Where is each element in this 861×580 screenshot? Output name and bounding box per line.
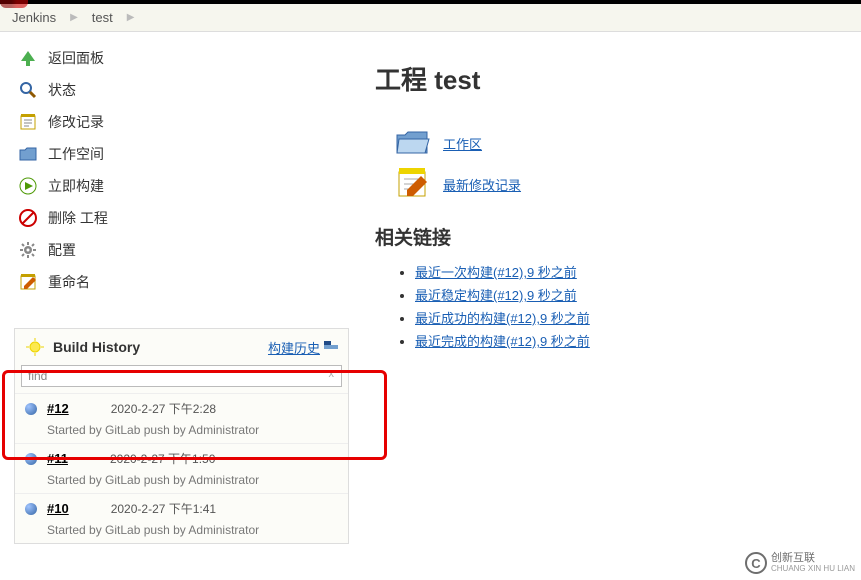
sidebar-item-label: 配置 — [48, 240, 76, 260]
page-title: 工程 test — [375, 60, 851, 97]
changes-link-row[interactable]: 最新修改记录 — [395, 166, 851, 203]
permalink-last-stable[interactable]: 最近稳定构建(#12),9 秒之前 — [415, 288, 577, 303]
content: 工程 test 工作区 最新修改记录 相关链接 最近一次构建(#12),9 秒之… — [355, 32, 861, 554]
sidebar: 返回面板 状态 修改记录 工作空间 立即构建 — [0, 32, 355, 554]
workspace-link[interactable]: 工作区 — [443, 134, 482, 153]
up-arrow-icon — [18, 48, 38, 68]
sidebar-item-label: 重命名 — [48, 272, 90, 292]
watermark-logo-icon: C — [745, 552, 767, 574]
sidebar-item-status[interactable]: 状态 — [14, 74, 349, 106]
permalink-last-complete[interactable]: 最近完成的构建(#12),9 秒之前 — [415, 334, 590, 349]
status-ball-icon — [25, 453, 37, 465]
sidebar-item-label: 修改记录 — [48, 112, 104, 132]
build-row[interactable]: #11 2020-2-27 下午1:50 Started by GitLab p… — [15, 443, 348, 493]
jenkins-logo-fragment — [0, 0, 28, 8]
build-row[interactable]: #12 2020-2-27 下午2:28 Started by GitLab p… — [15, 393, 348, 443]
folder-icon — [18, 144, 38, 164]
sidebar-item-label: 返回面板 — [48, 48, 104, 68]
permalinks-title: 相关链接 — [375, 223, 851, 250]
sidebar-item-configure[interactable]: 配置 — [14, 234, 349, 266]
sidebar-item-rename[interactable]: 重命名 — [14, 266, 349, 298]
build-date: 2020-2-27 下午1:50 — [110, 450, 215, 467]
sidebar-item-label: 删除 工程 — [48, 208, 108, 228]
sidebar-item-changes[interactable]: 修改记录 — [14, 106, 349, 138]
watermark: C 创新互联 CHUANG XIN HU LIAN — [745, 552, 855, 574]
permalink-last-build[interactable]: 最近一次构建(#12),9 秒之前 — [415, 265, 577, 280]
status-ball-icon — [25, 403, 37, 415]
build-row[interactable]: #10 2020-2-27 下午1:41 Started by GitLab p… — [15, 493, 348, 543]
status-ball-icon — [25, 503, 37, 515]
build-id-link[interactable]: #11 — [47, 451, 68, 466]
sidebar-item-label: 立即构建 — [48, 176, 104, 196]
gear-icon — [18, 240, 38, 260]
clock-play-icon — [18, 176, 38, 196]
permalinks-list: 最近一次构建(#12),9 秒之前 最近稳定构建(#12),9 秒之前 最近成功… — [375, 260, 851, 352]
build-id-link[interactable]: #12 — [47, 401, 69, 416]
breadcrumb-project[interactable]: test — [88, 10, 117, 25]
chevron-right-icon: ▶ — [121, 12, 141, 23]
clear-filter-icon[interactable]: x — [329, 368, 335, 380]
build-history-box: Build History 构建历史 x #12 2020-2-27 下午2:2… — [14, 328, 349, 544]
breadcrumb-root[interactable]: Jenkins — [8, 10, 60, 25]
build-trend-link[interactable]: 构建历史 — [268, 338, 338, 357]
notepad-icon — [18, 112, 38, 132]
sidebar-item-back[interactable]: 返回面板 — [14, 42, 349, 74]
workspace-link-row[interactable]: 工作区 — [395, 127, 851, 160]
sidebar-item-label: 工作空间 — [48, 144, 104, 164]
build-cause: Started by GitLab push by Administrator — [25, 467, 338, 489]
build-cause: Started by GitLab push by Administrator — [25, 517, 338, 539]
permalink-last-success[interactable]: 最近成功的构建(#12),9 秒之前 — [415, 311, 590, 326]
sidebar-item-delete[interactable]: 删除 工程 — [14, 202, 349, 234]
sidebar-item-label: 状态 — [48, 80, 76, 100]
sun-icon — [25, 337, 45, 357]
notepad-edit-icon — [395, 166, 431, 203]
folder-open-icon — [395, 127, 431, 160]
sidebar-item-workspace[interactable]: 工作空间 — [14, 138, 349, 170]
build-cause: Started by GitLab push by Administrator — [25, 417, 338, 439]
build-date: 2020-2-27 下午2:28 — [111, 400, 216, 417]
watermark-brand: 创新互联 — [771, 553, 855, 564]
build-history-title: Build History — [53, 339, 140, 355]
build-id-link[interactable]: #10 — [47, 501, 69, 516]
edit-icon — [18, 272, 38, 292]
breadcrumb: Jenkins ▶ test ▶ — [0, 4, 861, 32]
chevron-right-icon: ▶ — [64, 12, 84, 23]
trend-label: 构建历史 — [268, 338, 320, 357]
search-icon — [18, 80, 38, 100]
watermark-pinyin: CHUANG XIN HU LIAN — [771, 564, 855, 573]
build-date: 2020-2-27 下午1:41 — [111, 500, 216, 517]
bar-chart-icon — [324, 345, 338, 349]
no-entry-icon — [18, 208, 38, 228]
sidebar-item-build-now[interactable]: 立即构建 — [14, 170, 349, 202]
build-filter-input[interactable] — [21, 365, 342, 387]
changes-link[interactable]: 最新修改记录 — [443, 175, 521, 194]
